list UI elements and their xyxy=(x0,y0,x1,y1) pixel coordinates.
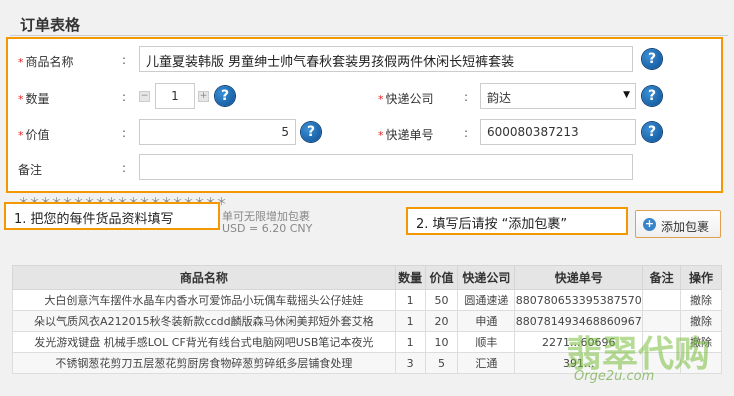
watermark-logo: 翡翠代购 Orge2u.com xyxy=(566,325,726,395)
table-header-row: 商品名称 数量 价值 快递公司 快递单号 备注 操作 xyxy=(12,265,722,290)
colon: : xyxy=(464,126,469,140)
add-package-label: 添加包裹 xyxy=(661,220,710,234)
column-header: 商品名称 xyxy=(12,265,396,290)
remark-input[interactable] xyxy=(139,154,633,180)
row-quantity-courier: * 数量 : − 1 + ? * 快递公司 : 韵达 ▼ ? xyxy=(8,83,721,113)
quantity-increment-button[interactable]: + xyxy=(198,91,209,102)
cell-value: 50 xyxy=(424,289,459,311)
table-row: 大白创意汽车摆件水晶车内香水可爱饰品小玩偶车载摇头公仔娃娃 1 50 圆通速递 … xyxy=(12,289,722,311)
column-header: 快递单号 xyxy=(514,265,644,290)
cell-product: 不锈钢葱花剪刀五层葱花剪厨房食物碎葱剪碎纸多层铺食处理 xyxy=(12,352,396,374)
quantity-label: * 数量 xyxy=(18,92,50,106)
dropdown-arrow-icon: ▼ xyxy=(623,90,630,100)
colon: : xyxy=(122,90,127,104)
cell-qty: 1 xyxy=(394,331,426,353)
colon: : xyxy=(122,53,127,67)
section-header: 订单表格 xyxy=(10,8,728,36)
courier-company-label: * 快递公司 xyxy=(378,92,434,106)
cell-qty: 1 xyxy=(394,310,426,332)
column-header: 操作 xyxy=(680,265,722,290)
cell-courier: 顺丰 xyxy=(457,331,516,353)
cell-remark xyxy=(642,289,682,311)
help-icon[interactable]: ? xyxy=(642,49,662,69)
product-name-label: * 商品名称 xyxy=(18,55,74,69)
row-price-tracking: * 价值 : 5 ? * 快递单号 : 600080387213 ? xyxy=(8,119,721,149)
cell-product: 大白创意汽车摆件水晶车内香水可爱饰品小玩偶车载摇头公仔娃娃 xyxy=(12,289,396,311)
cell-qty: 3 xyxy=(394,352,426,374)
add-package-button[interactable]: + 添加包裹 xyxy=(635,210,721,238)
plus-circle-icon: + xyxy=(643,217,656,231)
column-header: 数量 xyxy=(394,265,426,290)
hint-text-rate: USD = 6.20 CNY xyxy=(222,222,313,235)
required-mark: * xyxy=(18,56,24,69)
row-remark: 备注 : xyxy=(8,154,721,184)
column-header: 快递公司 xyxy=(457,265,516,290)
colon: : xyxy=(464,90,469,104)
help-icon[interactable]: ? xyxy=(301,122,321,142)
cell-product: 朵以气质风衣A212015秋冬装新款ccdd麟版森马休闲美邦短外套艾格 xyxy=(12,310,396,332)
quantity-input[interactable]: 1 xyxy=(155,83,195,109)
quantity-decrement-button[interactable]: − xyxy=(139,91,150,102)
order-form: * 商品名称 : 儿童夏装韩版 男童绅士帅气春秋套装男孩假两件休闲长短裤套装 ? … xyxy=(6,37,723,193)
delete-link[interactable]: 撤除 xyxy=(680,289,722,311)
tracking-number-label: * 快递单号 xyxy=(378,128,434,142)
product-name-input[interactable]: 儿童夏装韩版 男童绅士帅气春秋套装男孩假两件休闲长短裤套装 xyxy=(139,46,633,72)
callout-step-1: 1. 把您的每件货品资料填写 xyxy=(4,202,220,230)
column-header: 备注 xyxy=(642,265,682,290)
price-input[interactable]: 5 xyxy=(139,119,296,145)
price-label: * 价值 xyxy=(18,128,50,142)
remark-label: 备注 xyxy=(18,163,43,177)
tracking-number-input[interactable]: 600080387213 xyxy=(480,119,636,145)
help-icon[interactable]: ? xyxy=(215,86,235,106)
row-product-name: * 商品名称 : 儿童夏装韩版 男童绅士帅气春秋套装男孩假两件休闲长短裤套装 ? xyxy=(8,46,721,76)
cell-value: 10 xyxy=(424,331,459,353)
courier-company-select[interactable]: 韵达 ▼ xyxy=(480,83,636,109)
colon: : xyxy=(122,126,127,140)
cell-courier: 圆通速递 xyxy=(457,289,516,311)
help-icon[interactable]: ? xyxy=(642,122,662,142)
cell-qty: 1 xyxy=(394,289,426,311)
courier-company-value: 韵达 xyxy=(487,91,512,105)
cell-courier: 申通 xyxy=(457,310,516,332)
watermark-url: Orge2u.com xyxy=(574,369,655,384)
callout-step-2: 2. 填写后请按 “添加包裹” xyxy=(406,207,628,235)
cell-tracking: 880780653395387570 xyxy=(514,289,644,311)
cell-value: 20 xyxy=(424,310,459,332)
help-icon[interactable]: ? xyxy=(642,86,662,106)
cell-product: 发光游戏键盘 机械手感LOL CF背光有线台式电脑网吧USB笔记本夜光 xyxy=(12,331,396,353)
cell-value: 5 xyxy=(424,352,459,374)
column-header: 价值 xyxy=(424,265,459,290)
colon: : xyxy=(122,161,127,175)
cell-courier: 汇通 xyxy=(457,352,516,374)
section-title: 订单表格 xyxy=(20,16,81,34)
